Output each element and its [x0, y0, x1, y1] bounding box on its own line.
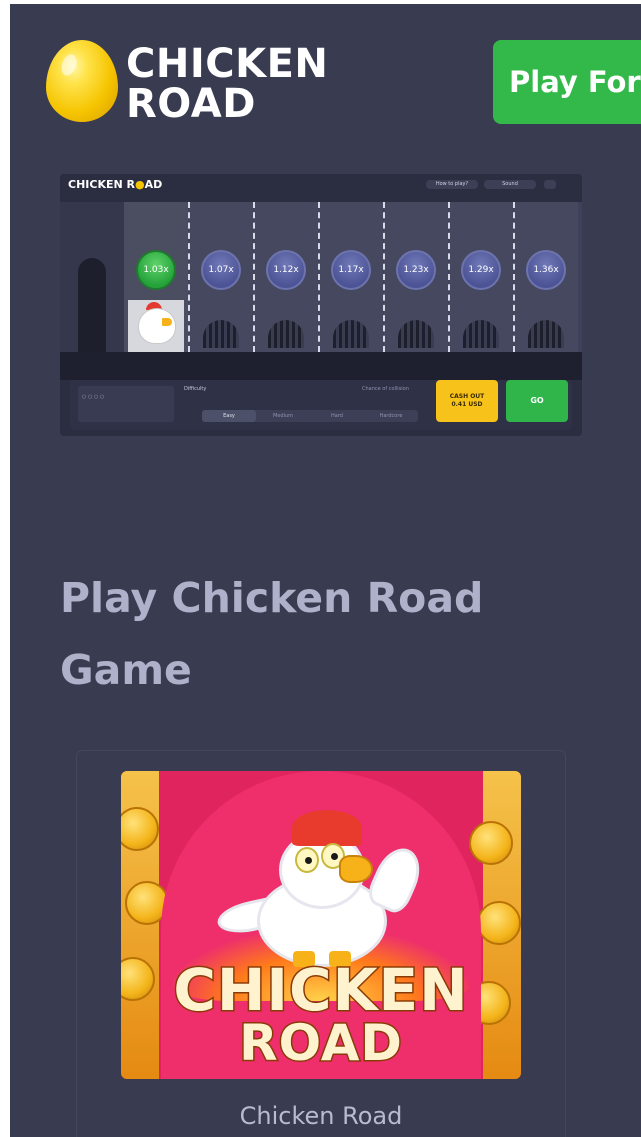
lane-divider [188, 202, 190, 352]
multiplier-badge[interactable]: 1.23x [396, 250, 436, 290]
cash-out-label: CASH OUT [449, 393, 485, 400]
start-doorway [78, 258, 106, 352]
game-lanes: 1.03x 1.07x 1.12x 1.17x 1.23x 1.29x 1.36x [60, 202, 582, 352]
bet-presets: ○ ○ ○ ○ [82, 394, 105, 400]
sewer-grate-icon [268, 320, 304, 348]
bet-amount-box[interactable]: ○ ○ ○ ○ [78, 386, 174, 422]
logo-text-line2: ROAD [126, 81, 256, 127]
egg-shine [58, 52, 80, 78]
chicken-pupil [331, 853, 338, 860]
chicken-mascot-comb [292, 810, 362, 846]
sewer-grate-icon [463, 320, 499, 348]
game-logo-left: CHICKEN R [68, 178, 135, 191]
sewer-grate-icon [333, 320, 369, 348]
game-logo-egg-icon: ● [135, 178, 145, 191]
game-card-title[interactable]: Chicken Road [77, 1101, 565, 1131]
multiplier-badge[interactable]: 1.07x [201, 250, 241, 290]
game-topbar: CHICKEN R●AD How to play? Sound [60, 174, 582, 196]
sound-toggle-icon[interactable]: Sound [484, 180, 536, 189]
chicken-body [138, 308, 176, 344]
go-button[interactable]: GO [506, 380, 568, 422]
start-wall [60, 202, 124, 352]
game-logo: CHICKEN R●AD [68, 178, 162, 191]
coin-icon [477, 901, 521, 945]
egg-icon [46, 40, 118, 122]
lane-divider [383, 202, 385, 352]
menu-icon[interactable] [544, 180, 556, 189]
game-card[interactable]: CHICKEN ROAD Chicken Road [76, 750, 566, 1137]
difficulty-option-hardcore[interactable]: Hardcore [364, 410, 418, 422]
game-logo-right: AD [144, 178, 163, 191]
lane-divider [513, 202, 515, 352]
chicken-mascot-beak [339, 855, 373, 883]
game-thumbnail[interactable]: CHICKEN ROAD [121, 771, 521, 1079]
how-to-play-button[interactable]: How to play? [426, 180, 478, 189]
page: CHICKEN ROAD Play For CHICKEN R●AD How t… [10, 4, 641, 1137]
thumbnail-title-line1: CHICKEN [172, 956, 469, 1024]
chicken-pupil [305, 857, 312, 864]
chicken-beak [162, 318, 172, 326]
multiplier-badge[interactable]: 1.36x [526, 250, 566, 290]
sewer-grate-icon [203, 320, 239, 348]
sewer-grate-icon [528, 320, 564, 348]
chicken-mascot [214, 810, 429, 967]
logo-text-line1: CHICKEN [126, 41, 329, 87]
multiplier-badge[interactable]: 1.03x [136, 250, 176, 290]
difficulty-label: Difficulty [184, 386, 207, 392]
page-title: Play Chicken Road Game [60, 574, 484, 694]
coin-icon [469, 821, 513, 865]
thumbnail-title-line2: ROAD [238, 1014, 404, 1073]
site-logo[interactable]: CHICKEN ROAD [46, 40, 366, 130]
chance-of-collision-label: Chance of collision [362, 386, 409, 392]
difficulty-selector[interactable]: Easy Medium Hard Hardcore [202, 410, 418, 422]
cash-out-amount: 0.41 USD [451, 401, 483, 408]
difficulty-option-easy[interactable]: Easy [202, 410, 256, 422]
multiplier-badge[interactable]: 1.17x [331, 250, 371, 290]
lane-divider [448, 202, 450, 352]
lane-divider [318, 202, 320, 352]
control-panel: ○ ○ ○ ○ Difficulty Chance of collision E… [70, 380, 572, 430]
difficulty-option-medium[interactable]: Medium [256, 410, 310, 422]
cash-out-button[interactable]: CASH OUT 0.41 USD [436, 380, 498, 422]
chicken-left-eye [295, 847, 319, 873]
road-strip [60, 352, 582, 380]
game-preview-image[interactable]: CHICKEN R●AD How to play? Sound 1.03x 1.0… [60, 174, 582, 436]
multiplier-badge[interactable]: 1.12x [266, 250, 306, 290]
sewer-grate-icon [398, 320, 434, 348]
play-for-button[interactable]: Play For [493, 40, 641, 124]
chicken-character [128, 300, 184, 352]
multiplier-badge[interactable]: 1.29x [461, 250, 501, 290]
difficulty-option-hard[interactable]: Hard [310, 410, 364, 422]
lane-divider [253, 202, 255, 352]
